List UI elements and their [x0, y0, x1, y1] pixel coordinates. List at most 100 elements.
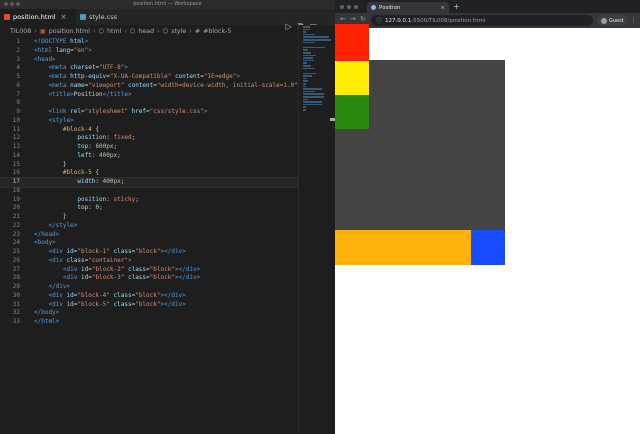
minimap-line: [303, 38, 331, 41]
tab-style-css[interactable]: style.css: [76, 9, 138, 25]
browser-tab[interactable]: Position ×: [367, 2, 449, 13]
code-line[interactable]: 7 <title>Position</title>: [0, 91, 298, 100]
close-icon[interactable]: ×: [61, 13, 67, 21]
code-line[interactable]: 25 <div id="block-1" class="block"></div…: [0, 248, 298, 257]
reload-icon[interactable]: ↻: [360, 15, 366, 23]
breadcrumb-item[interactable]: style: [171, 28, 186, 35]
code-line[interactable]: 27 <div id="block-2" class="block"></div…: [0, 266, 298, 275]
minimap[interactable]: [298, 25, 335, 434]
code-token: </style>: [48, 221, 78, 229]
code-token: "block": [135, 291, 161, 299]
minimap-line: [303, 90, 316, 93]
chevron-right-icon: ›: [124, 27, 127, 35]
address-bar[interactable]: ⓘ 127.0.0.1:5500/TIL008/position.html: [371, 15, 593, 26]
code-line[interactable]: 26 <div class="container">: [0, 257, 298, 266]
block-3: [335, 95, 369, 129]
code-line[interactable]: 1 <!DOCTYPE html>: [0, 38, 298, 47]
line-number: 21: [12, 213, 20, 220]
code-editor[interactable]: 1 <!DOCTYPE html> 2 <html lang="en"> 3 <head>…: [0, 38, 301, 327]
code-line[interactable]: 2 <html lang="en">: [0, 47, 298, 56]
code-line[interactable]: 19 position: sticky;: [0, 196, 298, 205]
line-number: 13: [12, 143, 20, 150]
code-line[interactable]: 5 <meta http-equiv="X-UA-Compatible" con…: [0, 73, 298, 82]
code-line[interactable]: 4 <meta charset="UTF-8">: [0, 64, 298, 73]
code-line[interactable]: 20 top: 0;: [0, 204, 298, 213]
code-token: <div: [48, 256, 67, 264]
code-token: top: [77, 143, 89, 150]
zoom-window-button[interactable]: [354, 5, 358, 9]
minimap-line: [303, 109, 307, 111]
minimap-line: [303, 33, 315, 36]
code-token: <body>: [34, 239, 56, 247]
chevron-right-icon: ›: [34, 27, 37, 35]
code-line[interactable]: 10 <style>: [0, 117, 298, 126]
code-line[interactable]: 32 </body>: [0, 309, 298, 318]
breadcrumb: TIL008 › ▣ position.html › ⬡ html › ⬡ he…: [0, 25, 335, 37]
code-line[interactable]: 12 position: fixed;: [0, 134, 298, 143]
code-line[interactable]: 3 <head>: [0, 56, 298, 65]
close-window-button[interactable]: [340, 5, 344, 9]
code-token: ></div>: [160, 291, 186, 299]
minimap-line: [303, 54, 316, 57]
code-line[interactable]: 16 #block-5 {: [0, 169, 298, 178]
code-token: charset: [70, 64, 96, 72]
breadcrumb-item[interactable]: TIL008: [10, 28, 31, 35]
code-line[interactable]: 8: [0, 99, 298, 108]
code-token: Position: [73, 90, 103, 98]
code-line[interactable]: 17 width: 400px;: [0, 177, 299, 188]
window-title: position.html — Workspace: [133, 1, 202, 7]
line-number: 29: [12, 283, 20, 290]
tab-position-html[interactable]: position.html ×: [0, 9, 76, 25]
code-line[interactable]: 6 <meta name="viewport" content="width=d…: [0, 82, 301, 91]
code-line[interactable]: 23 </head>: [0, 231, 298, 240]
code-line[interactable]: 33 </html>: [0, 318, 298, 327]
new-tab-button[interactable]: +: [453, 2, 460, 11]
back-arrow-icon[interactable]: ←: [340, 15, 346, 23]
minimap-line: [303, 31, 306, 33]
code-line[interactable]: 11 #block-4 {: [0, 126, 298, 135]
code-line[interactable]: 14 left: 400px;: [0, 152, 298, 161]
breadcrumb-item[interactable]: #block-5: [203, 28, 231, 35]
tab-label: style.css: [89, 13, 117, 21]
code-token: ></div>: [160, 248, 186, 255]
minimap-line: [303, 103, 322, 106]
line-number: 10: [12, 116, 20, 124]
code-line[interactable]: 24 <body>: [0, 239, 298, 248]
code-line[interactable]: 13 top: 600px;: [0, 143, 298, 152]
close-icon[interactable]: ×: [440, 5, 445, 11]
kebab-menu-icon[interactable]: ⋮: [630, 16, 637, 24]
code-token: ;: [135, 195, 139, 203]
minimap-line: [303, 88, 322, 90]
breadcrumb-item[interactable]: position.html: [49, 28, 90, 35]
code-line[interactable]: 29 </div>: [0, 283, 298, 292]
avatar-icon: [601, 17, 607, 24]
minimap-line: [303, 26, 310, 28]
code-line[interactable]: 9 <link rel="stylesheet" href="css/style…: [0, 108, 298, 117]
code-line[interactable]: 31 <div id="block-5" class="block"></div…: [0, 301, 298, 310]
code-line[interactable]: 30 <div id="block-4" class="block"></div…: [0, 292, 298, 301]
code-line[interactable]: 18: [0, 187, 298, 196]
code-line[interactable]: 22 </style>: [0, 222, 298, 231]
code-line[interactable]: 21 }: [0, 213, 298, 222]
code-token: content: [174, 73, 201, 80]
minimap-line: [303, 36, 329, 38]
forward-arrow-icon[interactable]: →: [350, 15, 356, 23]
minimap-line: [303, 41, 316, 44]
code-line[interactable]: 15 }: [0, 161, 298, 170]
breadcrumb-item[interactable]: head: [138, 28, 154, 35]
code-token: #block-5: [62, 169, 92, 177]
code-token: 400px: [99, 151, 118, 159]
minimize-window-button[interactable]: [347, 5, 351, 9]
line-number: 23: [12, 230, 20, 238]
code-line[interactable]: 28 <div id="block-3" class="block"></div…: [0, 274, 298, 283]
code-token: <title>: [48, 90, 74, 98]
profile-button[interactable]: Guest: [597, 15, 628, 26]
breadcrumb-item[interactable]: html: [107, 28, 121, 35]
